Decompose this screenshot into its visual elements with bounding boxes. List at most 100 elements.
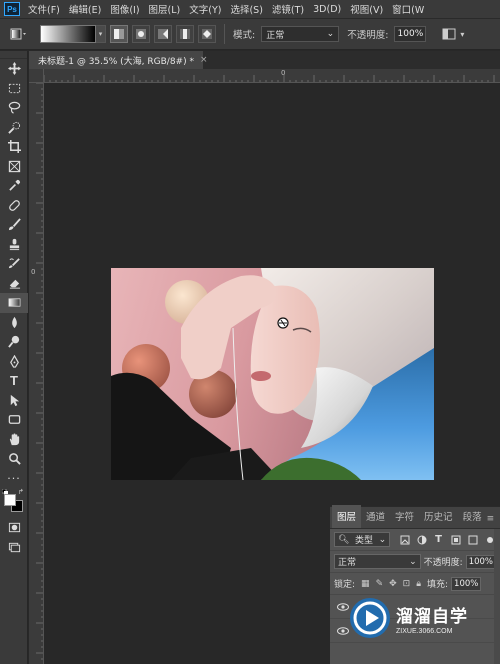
lasso-tool[interactable] xyxy=(0,98,28,118)
menu-type[interactable]: 文字(Y) xyxy=(189,2,221,16)
options-bar: ▾ 模式: 正常 ⌄ 不透明度: 100% ▾ xyxy=(0,18,500,50)
hand-tool[interactable] xyxy=(0,430,28,450)
lock-fill-row: 锁定: ▦ ✎ ✥ ⊡ 🔒︎ 填充: 100% xyxy=(330,573,500,595)
mode-label: 模式: xyxy=(233,30,256,41)
menu-file[interactable]: 文件(F) xyxy=(28,2,60,16)
eraser-tool[interactable] xyxy=(0,274,28,294)
rectangle-tool[interactable] xyxy=(0,410,28,430)
clone-stamp-tool[interactable] xyxy=(0,235,28,255)
blend-mode-select[interactable]: 正常 ⌄ xyxy=(334,554,421,569)
reverse-checkbox[interactable] xyxy=(440,25,458,43)
crop-tool[interactable] xyxy=(0,137,28,157)
blur-tool[interactable] xyxy=(0,313,28,333)
filter-shape-icon[interactable] xyxy=(449,533,462,547)
marquee-icon xyxy=(8,83,20,93)
fill-input[interactable]: 100% xyxy=(451,576,482,591)
layer-opacity-input[interactable]: 100% xyxy=(465,554,496,569)
lock-label: 锁定: xyxy=(334,580,356,590)
tab-history[interactable]: 历史记 xyxy=(419,509,458,528)
linear-gradient-icon xyxy=(114,29,124,39)
foreground-color[interactable] xyxy=(4,494,16,506)
more-tools[interactable]: ··· xyxy=(0,469,28,489)
path-selection-tool[interactable] xyxy=(0,391,28,411)
ruler-origin[interactable] xyxy=(29,69,44,83)
healing-brush-icon xyxy=(8,199,20,211)
menu-window[interactable]: 窗口(W xyxy=(392,2,424,16)
options-separator xyxy=(224,24,225,44)
gradient-tool[interactable] xyxy=(0,293,28,313)
quick-selection-tool[interactable] xyxy=(0,118,28,138)
radial-gradient-button[interactable] xyxy=(132,25,150,43)
tab-paragraph[interactable]: 段落 xyxy=(458,509,487,528)
menu-edit[interactable]: 编辑(E) xyxy=(69,2,101,16)
lasso-icon xyxy=(8,102,20,114)
close-icon[interactable]: × xyxy=(200,55,208,65)
tab-channels[interactable]: 通道 xyxy=(361,509,390,528)
linear-gradient-button[interactable] xyxy=(110,25,128,43)
quick-mask-button[interactable] xyxy=(0,518,28,538)
lock-all-icon[interactable]: 🔒︎ xyxy=(416,579,421,589)
gradient-editor-swatch[interactable] xyxy=(40,25,96,43)
opacity-input[interactable]: 100% xyxy=(394,26,427,42)
reflected-gradient-button[interactable] xyxy=(176,25,194,43)
more-tools-icon: ··· xyxy=(7,471,21,485)
type-tool[interactable]: T xyxy=(0,371,28,391)
pen-tool[interactable] xyxy=(0,352,28,372)
search-icon: 🔍︎ xyxy=(338,534,350,545)
color-swatches: ↱ xyxy=(0,488,28,514)
diamond-gradient-button[interactable] xyxy=(198,25,216,43)
filter-smart-object-icon[interactable] xyxy=(466,533,479,547)
toolbar-grip[interactable] xyxy=(0,51,27,59)
healing-brush-tool[interactable] xyxy=(0,196,28,216)
menu-image[interactable]: 图像(I) xyxy=(110,2,139,16)
ruler-ticks xyxy=(44,75,495,82)
document-tab-title: 未标题-1 @ 35.5% (大海, RGB/8#) * xyxy=(38,56,194,67)
filter-adjustment-icon[interactable] xyxy=(415,533,428,547)
lock-artboard-icon[interactable]: ⊡ xyxy=(403,579,411,589)
filter-type-icon[interactable]: T xyxy=(432,533,445,547)
tab-character[interactable]: 字符 xyxy=(390,509,419,528)
screen-mode-button[interactable] xyxy=(0,538,28,558)
horizontal-ruler[interactable]: 0 xyxy=(44,69,500,83)
photoshop-logo: Ps xyxy=(4,2,20,16)
layer-filter-select[interactable]: 🔍︎ 类型 ⌄ xyxy=(334,532,391,547)
lock-position-icon[interactable]: ✥ xyxy=(389,579,397,589)
zoom-tool[interactable] xyxy=(0,449,28,469)
angle-gradient-button[interactable] xyxy=(154,25,172,43)
menu-layer[interactable]: 图层(L) xyxy=(149,2,181,16)
pen-icon xyxy=(9,354,19,368)
document-canvas[interactable] xyxy=(111,268,434,480)
vertical-ruler[interactable]: 0 xyxy=(29,83,44,664)
tools-panel: T ··· ↱ xyxy=(0,51,28,664)
tool-preset-picker[interactable] xyxy=(6,23,32,45)
fill-label: 填充: xyxy=(427,580,449,590)
menu-3d[interactable]: 3D(D) xyxy=(313,4,341,15)
lock-pixels-icon[interactable]: ✎ xyxy=(376,579,384,589)
filter-pixel-icon[interactable] xyxy=(398,533,411,547)
swap-colors-icon[interactable]: ↱ xyxy=(18,488,24,496)
eyedropper-tool[interactable] xyxy=(0,176,28,196)
mode-select[interactable]: 正常 ⌄ xyxy=(261,26,340,42)
brush-icon xyxy=(8,218,21,231)
zoom-icon xyxy=(8,453,21,465)
blur-icon xyxy=(11,316,17,328)
history-brush-icon xyxy=(8,258,20,269)
brush-tool[interactable] xyxy=(0,215,28,235)
menu-select[interactable]: 选择(S) xyxy=(230,2,262,16)
marquee-tool[interactable] xyxy=(0,79,28,99)
chevron-down-icon[interactable]: ▾ xyxy=(460,30,464,39)
menu-view[interactable]: 视图(V) xyxy=(350,2,383,16)
gradient-picker-dropdown[interactable]: ▾ xyxy=(96,25,106,43)
move-tool[interactable] xyxy=(0,59,28,79)
frame-tool[interactable] xyxy=(0,157,28,177)
menu-filter[interactable]: 滤镜(T) xyxy=(272,2,304,16)
dodge-tool[interactable] xyxy=(0,332,28,352)
tab-layers[interactable]: 图层 xyxy=(332,505,362,528)
history-brush-tool[interactable] xyxy=(0,254,28,274)
lock-transparent-icon[interactable]: ▦ xyxy=(361,579,370,589)
blend-opacity-row: 正常 ⌄ 不透明度: 100% xyxy=(330,551,500,573)
rectangle-shape-icon xyxy=(8,415,20,425)
panel-menu-icon[interactable]: ≡ xyxy=(487,514,495,528)
document-tab[interactable]: 未标题-1 @ 35.5% (大海, RGB/8#) * × xyxy=(29,51,208,69)
panel-scrollbar[interactable] xyxy=(494,529,500,664)
